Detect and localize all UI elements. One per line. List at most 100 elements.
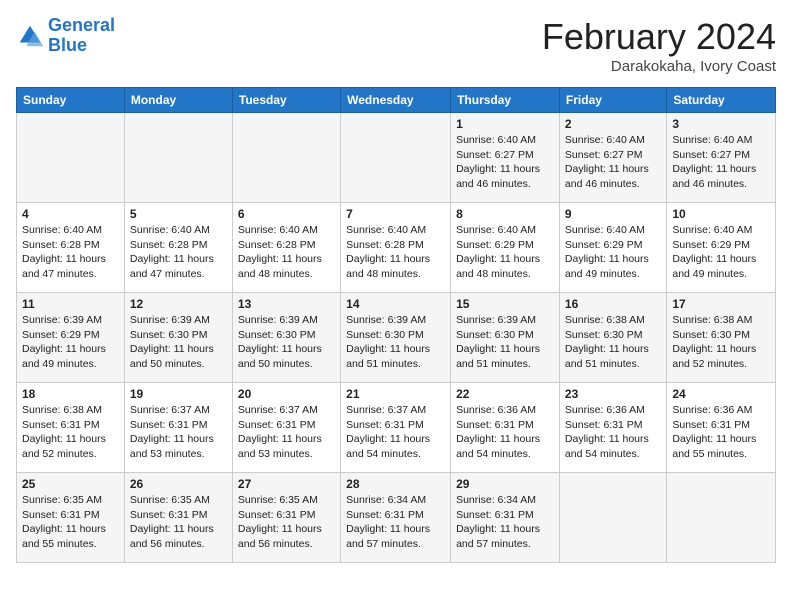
day-info: Sunrise: 6:39 AM Sunset: 6:29 PM Dayligh… [22, 313, 119, 372]
day-info: Sunrise: 6:37 AM Sunset: 6:31 PM Dayligh… [130, 403, 227, 462]
calendar-day-cell: 16Sunrise: 6:38 AM Sunset: 6:30 PM Dayli… [559, 293, 666, 383]
calendar-week-row: 18 Sunrise: 6:38 AM Sunset: 6:31 PM Dayli… [17, 383, 776, 473]
logo-icon [16, 22, 44, 50]
day-number: 8 [456, 207, 554, 221]
calendar-day-cell: 17 Sunrise: 6:38 AM Sunset: 6:30 PM Dayli… [667, 293, 776, 383]
day-info: Sunrise: 6:40 AM Sunset: 6:27 PM Dayligh… [672, 133, 770, 192]
day-info: Sunrise: 6:35 AM Sunset: 6:31 PM Dayligh… [130, 493, 227, 552]
day-info: Sunrise: 6:40 AM Sunset: 6:27 PM Dayligh… [565, 133, 661, 192]
day-info: Sunrise: 6:36 AM Sunset: 6:31 PM Dayligh… [672, 403, 770, 462]
day-info: Sunrise: 6:38 AM Sunset: 6:30 PM Dayligh… [565, 313, 661, 372]
calendar-day-cell: 11 Sunrise: 6:39 AM Sunset: 6:29 PM Dayli… [17, 293, 125, 383]
calendar-day-cell: 12Sunrise: 6:39 AM Sunset: 6:30 PM Dayli… [124, 293, 232, 383]
day-number: 20 [238, 387, 335, 401]
calendar-week-row: 25 Sunrise: 6:35 AM Sunset: 6:31 PM Dayli… [17, 473, 776, 563]
calendar-day-cell: 8 Sunrise: 6:40 AM Sunset: 6:29 PM Daylig… [451, 203, 560, 293]
day-number: 4 [22, 207, 119, 221]
day-number: 28 [346, 477, 445, 491]
day-info: Sunrise: 6:40 AM Sunset: 6:27 PM Dayligh… [456, 133, 554, 192]
day-info: Sunrise: 6:40 AM Sunset: 6:28 PM Dayligh… [130, 223, 227, 282]
day-number: 1 [456, 117, 554, 131]
logo: General Blue [16, 16, 115, 56]
day-info: Sunrise: 6:34 AM Sunset: 6:31 PM Dayligh… [456, 493, 554, 552]
weekday-header: Thursday [451, 88, 560, 113]
weekday-header: Monday [124, 88, 232, 113]
calendar-day-cell: 26 Sunrise: 6:35 AM Sunset: 6:31 PM Dayli… [124, 473, 232, 563]
day-number: 9 [565, 207, 661, 221]
calendar-day-cell: 15 Sunrise: 6:39 AM Sunset: 6:30 PM Dayli… [451, 293, 560, 383]
calendar-day-cell: 18 Sunrise: 6:38 AM Sunset: 6:31 PM Dayli… [17, 383, 125, 473]
calendar-day-cell [17, 113, 125, 203]
calendar-day-cell: 6 Sunrise: 6:40 AM Sunset: 6:28 PM Daylig… [232, 203, 340, 293]
day-number: 3 [672, 117, 770, 131]
calendar-day-cell [124, 113, 232, 203]
calendar-day-cell: 20 Sunrise: 6:37 AM Sunset: 6:31 PM Dayli… [232, 383, 340, 473]
day-info: Sunrise: 6:36 AM Sunset: 6:31 PM Dayligh… [456, 403, 554, 462]
day-info: Sunrise: 6:39 AM Sunset: 6:30 PM Dayligh… [130, 313, 227, 372]
day-number: 10 [672, 207, 770, 221]
weekday-header-row: SundayMondayTuesdayWednesdayThursdayFrid… [17, 88, 776, 113]
day-info: Sunrise: 6:40 AM Sunset: 6:28 PM Dayligh… [238, 223, 335, 282]
calendar-day-cell: 9Sunrise: 6:40 AM Sunset: 6:29 PM Daylig… [559, 203, 666, 293]
day-number: 13 [238, 297, 335, 311]
weekday-header: Tuesday [232, 88, 340, 113]
day-number: 29 [456, 477, 554, 491]
calendar-day-cell: 21Sunrise: 6:37 AM Sunset: 6:31 PM Dayli… [341, 383, 451, 473]
calendar-day-cell: 14 Sunrise: 6:39 AM Sunset: 6:30 PM Dayli… [341, 293, 451, 383]
day-number: 14 [346, 297, 445, 311]
day-number: 2 [565, 117, 661, 131]
day-info: Sunrise: 6:34 AM Sunset: 6:31 PM Dayligh… [346, 493, 445, 552]
calendar-day-cell: 28 Sunrise: 6:34 AM Sunset: 6:31 PM Dayli… [341, 473, 451, 563]
calendar-day-cell: 19Sunrise: 6:37 AM Sunset: 6:31 PM Dayli… [124, 383, 232, 473]
day-number: 6 [238, 207, 335, 221]
day-number: 17 [672, 297, 770, 311]
weekday-header: Saturday [667, 88, 776, 113]
day-info: Sunrise: 6:35 AM Sunset: 6:31 PM Dayligh… [22, 493, 119, 552]
calendar-day-cell: 22 Sunrise: 6:36 AM Sunset: 6:31 PM Dayli… [451, 383, 560, 473]
day-info: Sunrise: 6:40 AM Sunset: 6:29 PM Dayligh… [672, 223, 770, 282]
day-number: 5 [130, 207, 227, 221]
day-number: 24 [672, 387, 770, 401]
day-number: 18 [22, 387, 119, 401]
calendar-day-cell: 2 Sunrise: 6:40 AM Sunset: 6:27 PM Daylig… [559, 113, 666, 203]
calendar-day-cell: 10 Sunrise: 6:40 AM Sunset: 6:29 PM Dayli… [667, 203, 776, 293]
logo-line2: Blue [48, 35, 87, 55]
day-info: Sunrise: 6:38 AM Sunset: 6:31 PM Dayligh… [22, 403, 119, 462]
calendar-day-cell [341, 113, 451, 203]
day-number: 27 [238, 477, 335, 491]
day-number: 15 [456, 297, 554, 311]
day-number: 21 [346, 387, 445, 401]
logo-line1: General [48, 15, 115, 35]
calendar-week-row: 1 Sunrise: 6:40 AM Sunset: 6:27 PM Daylig… [17, 113, 776, 203]
day-number: 11 [22, 297, 119, 311]
day-info: Sunrise: 6:39 AM Sunset: 6:30 PM Dayligh… [238, 313, 335, 372]
calendar-day-cell: 1 Sunrise: 6:40 AM Sunset: 6:27 PM Daylig… [451, 113, 560, 203]
calendar-subtitle: Darakokaha, Ivory Coast [542, 58, 776, 75]
calendar-day-cell: 24 Sunrise: 6:36 AM Sunset: 6:31 PM Dayli… [667, 383, 776, 473]
day-info: Sunrise: 6:40 AM Sunset: 6:29 PM Dayligh… [456, 223, 554, 282]
calendar-day-cell [667, 473, 776, 563]
day-number: 25 [22, 477, 119, 491]
day-number: 22 [456, 387, 554, 401]
calendar-day-cell [559, 473, 666, 563]
day-info: Sunrise: 6:40 AM Sunset: 6:28 PM Dayligh… [22, 223, 119, 282]
page-header: General Blue February 2024 Darakokaha, I… [16, 16, 776, 75]
day-number: 23 [565, 387, 661, 401]
calendar-day-cell: 7Sunrise: 6:40 AM Sunset: 6:28 PM Daylig… [341, 203, 451, 293]
calendar-day-cell: 27 Sunrise: 6:35 AM Sunset: 6:31 PM Dayli… [232, 473, 340, 563]
calendar-day-cell: 5 Sunrise: 6:40 AM Sunset: 6:28 PM Daylig… [124, 203, 232, 293]
day-info: Sunrise: 6:39 AM Sunset: 6:30 PM Dayligh… [456, 313, 554, 372]
weekday-header: Sunday [17, 88, 125, 113]
day-info: Sunrise: 6:37 AM Sunset: 6:31 PM Dayligh… [238, 403, 335, 462]
calendar-day-cell: 4 Sunrise: 6:40 AM Sunset: 6:28 PM Daylig… [17, 203, 125, 293]
calendar-day-cell [232, 113, 340, 203]
day-info: Sunrise: 6:38 AM Sunset: 6:30 PM Dayligh… [672, 313, 770, 372]
day-number: 26 [130, 477, 227, 491]
day-info: Sunrise: 6:39 AM Sunset: 6:30 PM Dayligh… [346, 313, 445, 372]
calendar-day-cell: 23 Sunrise: 6:36 AM Sunset: 6:31 PM Dayli… [559, 383, 666, 473]
calendar-day-cell: 3 Sunrise: 6:40 AM Sunset: 6:27 PM Daylig… [667, 113, 776, 203]
day-info: Sunrise: 6:35 AM Sunset: 6:31 PM Dayligh… [238, 493, 335, 552]
weekday-header: Friday [559, 88, 666, 113]
day-info: Sunrise: 6:36 AM Sunset: 6:31 PM Dayligh… [565, 403, 661, 462]
calendar-table: SundayMondayTuesdayWednesdayThursdayFrid… [16, 87, 776, 563]
